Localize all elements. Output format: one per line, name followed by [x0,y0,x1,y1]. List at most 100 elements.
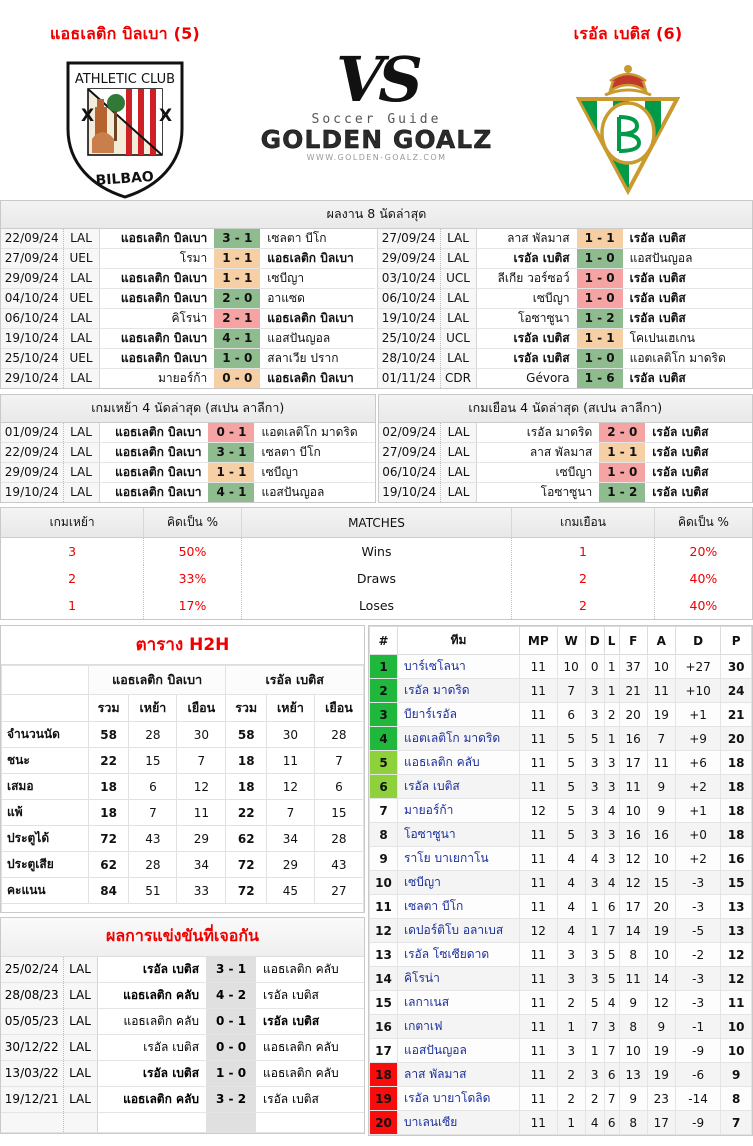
standings-points: 18 [720,750,752,775]
standings-row[interactable]: 7 มายอร์ก้า 12 5 3 4 10 9 +1 18 [369,798,752,823]
standings-row[interactable]: 6 เรอัล เบติส 11 5 3 3 11 9 +2 18 [369,774,752,799]
match-result-row[interactable]: 28/10/24 LAL เรอัล เบติส 1 - 0 แอตเลติโก มาด… [378,348,752,369]
home-team-name: แอธเลติก บิลเบา (5) [50,24,200,43]
standings-row[interactable]: 4 แอตเลติโก มาดริด 11 5 5 1 16 7 +9 20 [369,726,752,751]
h2h-stat-label: ประตูได้ [1,825,89,852]
h2h-meeting-row[interactable]: 05/05/23 LAL แอธเลติก คลับ 0 - 1 เรอัล เบติส [1,1008,364,1035]
match-result-row[interactable]: 27/09/24 UEL โรมา 1 - 1 แอธเลติก บิลเบา [1,248,375,269]
match-competition: LAL [440,288,477,309]
summary-header-2: MATCHES [241,508,513,538]
match-result-row[interactable]: 03/10/24 UCL ลีเกีย วอร์ซอว์ 1 - 0 เรอัล เบต… [378,268,752,289]
match-result-row[interactable]: 02/09/24 LAL เรอัล มาดริด 2 - 0 เรอัล เบติส [378,423,752,443]
last8-title: ผลงาน 8 นัดล่าสุด [1,201,752,229]
h2h-stat-value: 84 [87,877,130,904]
match-result-row[interactable]: 29/09/24 LAL แอธเลติก บิลเบา 1 - 1 เซบีญา [1,268,375,289]
match-result-row[interactable]: 25/10/24 UEL แอธเลติก บิลเบา 1 - 0 สลาเวีย ป… [1,348,375,369]
h2h-stat-value: 72 [87,825,130,852]
standings-row[interactable]: 20 บาเลนเซีย 11 1 4 6 8 17 -9 7 [369,1110,752,1135]
standings-row[interactable]: 18 ลาส พัลมาส 11 2 3 6 13 19 -6 9 [369,1062,752,1087]
standings-losses: 3 [603,750,620,775]
standings-matches-played: 12 [519,918,558,943]
match-result-row[interactable]: 22/09/24 LAL แอธเลติก บิลเบา 3 - 1 เซลตา บีโ… [1,229,375,249]
match-home-team: คิโรน่า [99,308,215,329]
standings-matches-played: 11 [519,1110,558,1135]
h2h-meeting-row[interactable]: 19/12/21 LAL แอธเลติก คลับ 3 - 2 เรอัล เบติส [1,1086,364,1113]
h2h-meeting-row[interactable]: 30/12/22 LAL เรอัล เบติส 0 - 0 แอธเลติก คลับ [1,1034,364,1061]
standings-losses: 2 [603,702,620,727]
h2h-stat-row: ประตูเสีย 62 28 34 72 29 43 [1,851,365,878]
standings-rank: 13 [369,942,398,967]
standings-points: 15 [720,870,752,895]
meeting-away-team: แอธเลติก คลับ [256,1034,364,1061]
standings-row[interactable]: 1 บาร์เซโลนา 11 10 0 1 37 10 +27 30 [369,654,752,679]
h2h-meeting-row[interactable]: 28/08/23 LAL แอธเลติก คลับ 4 - 2 เรอัล เบติส [1,982,364,1009]
standings-row[interactable]: 16 เกตาเฟ 11 1 7 3 8 9 -1 10 [369,1014,752,1039]
h2h-meeting-row[interactable]: 25/02/24 LAL เรอัล เบติส 3 - 1 แอธเลติก คลับ [1,956,364,983]
match-result-row[interactable]: 06/10/24 LAL เซบีญา 1 - 0 เรอัล เบติส [378,462,752,483]
match-competition: CDR [440,368,477,388]
match-home-team: แอธเลติก บิลเบา [99,462,209,483]
h2h-stat-value: 7 [176,747,227,774]
standings-row[interactable]: 5 แอธเลติก คลับ 11 5 3 3 17 11 +6 18 [369,750,752,775]
standings-row[interactable]: 11 เซลตา บีโก 11 4 1 6 17 20 -3 13 [369,894,752,919]
match-result-row[interactable]: 01/11/24 CDR Gévora 1 - 6 เรอัล เบติส [378,368,752,388]
summary-label: Draws [241,565,513,592]
h2h-stat-value: 33 [176,877,227,904]
standings-losses: 4 [603,990,620,1015]
match-result-row[interactable]: 01/09/24 LAL แอธเลติก บิลเบา 0 - 1 แอตเลติโก… [1,423,375,443]
match-result-row[interactable]: 06/10/24 LAL เซบีญา 1 - 0 เรอัล เบติส [378,288,752,309]
last4-home-table: 01/09/24 LAL แอธเลติก บิลเบา 0 - 1 แอตเลติโก… [1,423,375,502]
meeting-date: 25/02/24 [1,956,64,983]
bottom-right-column: # ทีม MP W D L F A D P 1 บาร์เซโลนา 11 10 0 1 37 10 +27 30… [368,625,753,1136]
match-score: 1 - 1 [208,462,255,483]
h2h-stat-value: 30 [265,721,315,748]
standings-goals-for: 10 [618,1038,648,1063]
h2h-stat-value: 11 [265,747,315,774]
standings-draws: 3 [584,702,605,727]
standings-row[interactable]: 14 คิโรน่า 11 3 3 5 11 14 -3 12 [369,966,752,991]
match-result-row[interactable]: 25/10/24 UCL เรอัล เบติส 1 - 1 โคเปนเฮเกน [378,328,752,349]
standings-row[interactable]: 9 ราโย บาเยกาโน 11 4 4 3 12 10 +2 16 [369,846,752,871]
standings-matches-played: 11 [519,966,558,991]
match-date: 06/10/24 [378,288,441,309]
match-result-row[interactable]: 29/10/24 LAL มายอร์ก้า 0 - 0 แอธเลติก บิลเบา [1,368,375,388]
standings-row[interactable]: 17 แอสปันญอล 11 3 1 7 10 19 -9 10 [369,1038,752,1063]
summary-away-count: 2 [511,592,655,619]
standings-row[interactable]: 15 เลกาเนส 11 2 5 4 9 12 -3 11 [369,990,752,1015]
standings-row[interactable]: 3 บียาร์เรอัล 11 6 3 2 20 19 +1 21 [369,702,752,727]
standings-row[interactable]: 12 เดปอร์ติโบ อลาเบส 12 4 1 7 14 19 -5 13 [369,918,752,943]
match-result-row[interactable]: 29/09/24 LAL เรอัล เบติส 1 - 0 แอสปันญอล [378,248,752,269]
match-result-row[interactable]: 19/10/24 LAL โอซาซูนา 1 - 2 เรอัล เบติส [378,308,752,329]
standings-draws: 5 [584,990,605,1015]
match-away-team: แอสปันญอล [622,248,752,269]
match-result-row[interactable]: 19/10/24 LAL แอธเลติก บิลเบา 4 - 1 แอสปันญอล [1,328,375,349]
match-result-row[interactable]: 06/10/24 LAL คิโรน่า 2 - 1 แอธเลติก บิลเบา [1,308,375,329]
bottom-left-column: ตาราง H2H แอธเลติก บิลเบา เรอัล เบติส รว… [0,625,365,1134]
match-result-row[interactable]: 22/09/24 LAL แอธเลติก บิลเบา 3 - 1 เซลตา บีโ… [1,442,375,463]
match-result-row[interactable]: 04/10/24 UEL แอธเลติก บิลเบา 2 - 0 อาแซด [1,288,375,309]
standings-row[interactable]: 2 เรอัล มาดริด 11 7 3 1 21 11 +10 24 [369,678,752,703]
match-score: 1 - 0 [599,462,646,483]
match-result-row[interactable]: 19/10/24 LAL แอธเลติก บิลเบา 4 - 1 แอสปันญอล [1,482,375,502]
standings-goal-difference: -9 [674,1038,722,1063]
match-result-row[interactable]: 19/10/24 LAL โอซาซูนา 1 - 2 เรอัล เบติส [378,482,753,502]
standings-wins: 5 [556,774,586,799]
standings-goals-for: 20 [618,702,648,727]
standings-rank: 14 [369,966,398,991]
versus-block: VS Soccer Guide GOLDEN GOALZ WWW.GOLDEN-… [250,0,503,162]
standings-row[interactable]: 8 โอซาซูนา 11 5 3 3 16 16 +0 18 [369,822,752,847]
standings-goals-against: 10 [646,654,676,679]
summary-label: Loses [241,592,513,619]
match-result-row[interactable]: 27/09/24 LAL ลาส พัลมาส 1 - 1 เรอัล เบติส [378,442,752,463]
match-result-row[interactable]: 27/09/24 LAL ลาส พัลมาส 1 - 1 เรอัล เบติส [378,229,752,249]
standings-matches-played: 11 [519,870,558,895]
h2h-meeting-row[interactable]: 13/03/22 LAL เรอัล เบติส 1 - 0 แอธเลติก คลับ [1,1060,364,1087]
standings-row[interactable]: 10 เซบีญา 11 4 3 4 12 15 -3 15 [369,870,752,895]
match-result-row[interactable]: 29/09/24 LAL แอธเลติก บิลเบา 1 - 1 เซบีญา [1,462,375,483]
standings-points: 12 [720,966,752,991]
standings-header-1: ทีม [397,626,520,655]
match-competition: LAL [63,482,100,502]
meeting-date: 19/12/21 [1,1086,64,1113]
standings-row[interactable]: 13 เรอัล โซเซียดาด 11 3 3 5 8 10 -2 12 [369,942,752,967]
standings-row[interactable]: 19 เรอัล บายาโดลิด 11 2 2 7 9 23 -14 8 [369,1086,752,1111]
